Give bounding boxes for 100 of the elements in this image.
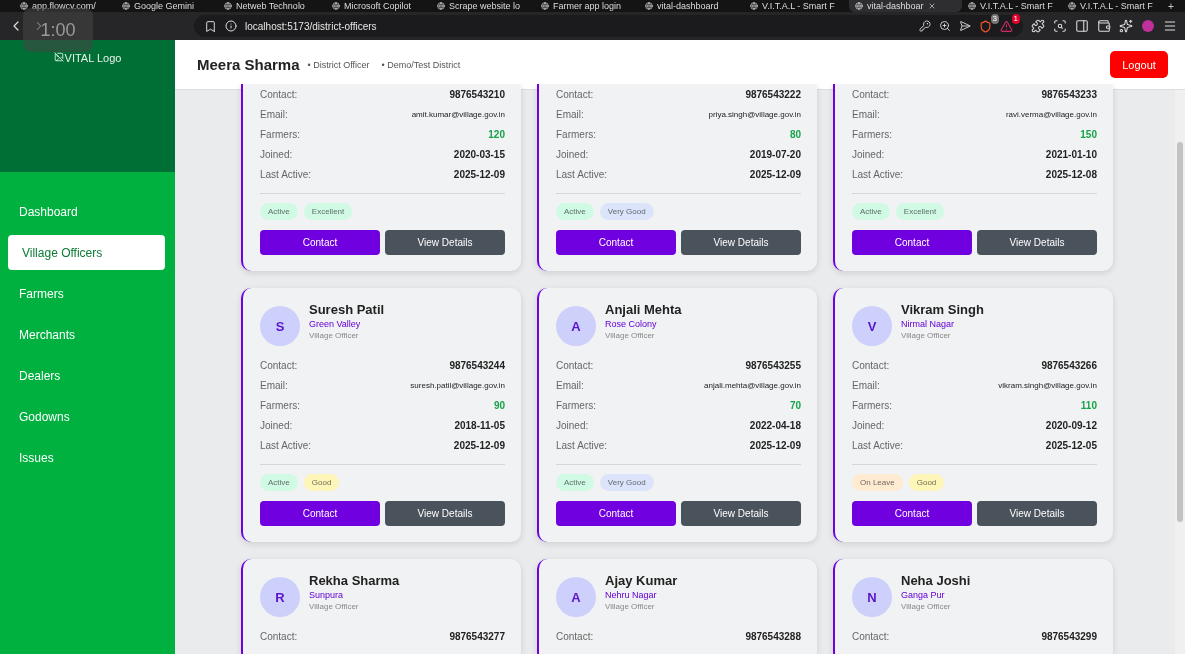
sidebar-icon[interactable]: [1075, 19, 1089, 33]
browser-tab[interactable]: V.I.T.A.L - Smart F: [962, 0, 1062, 12]
sparkles-icon[interactable]: [1119, 19, 1133, 33]
field-label: Contact:: [260, 630, 298, 642]
browser-tab[interactable]: Scrape website lo: [431, 0, 535, 12]
field-label: Joined:: [260, 148, 293, 160]
field-value: 2021-01-10: [1045, 148, 1097, 160]
contact-button[interactable]: Contact: [556, 230, 676, 255]
zoom-icon[interactable]: [939, 20, 951, 32]
shield-icon[interactable]: [979, 19, 992, 33]
browser-tab[interactable]: vital-dashboar: [849, 0, 962, 12]
nav-item[interactable]: Village Officers: [8, 235, 165, 270]
browser-tab[interactable]: Google Gemini: [116, 0, 218, 12]
status-badge: On Leave: [852, 474, 903, 491]
officer-role: Village Officer: [901, 331, 952, 340]
puzzle-icon[interactable]: [1031, 19, 1045, 33]
globe-icon: [645, 2, 653, 10]
globe-icon: [1068, 2, 1076, 10]
browser-tab[interactable]: V.I.T.A.L - Smart F: [744, 0, 849, 12]
contact-button[interactable]: Contact: [852, 230, 972, 255]
field-label: Joined:: [852, 148, 885, 160]
globe-icon: [122, 2, 130, 10]
field-value: 110: [1080, 399, 1097, 411]
field-value: 9876543210: [449, 88, 505, 100]
close-icon[interactable]: [927, 2, 936, 10]
send-icon[interactable]: [959, 20, 971, 32]
avatar: S: [260, 306, 300, 346]
field-label: Last Active:: [852, 439, 904, 451]
logout-button[interactable]: Logout: [1110, 51, 1168, 78]
globe-icon: [224, 2, 232, 10]
field-value: 9876543233: [1041, 88, 1097, 100]
broken-image-icon: [53, 52, 64, 62]
alert-count: 1: [1011, 13, 1020, 24]
contact-button[interactable]: Contact: [852, 501, 972, 526]
field-value: 2025-12-09: [453, 168, 505, 180]
officer-role: Village Officer: [309, 602, 360, 611]
village-name: Green Valley: [309, 319, 362, 329]
globe-icon: [855, 2, 863, 10]
field-label: Last Active:: [852, 168, 904, 180]
contact-button[interactable]: Contact: [260, 230, 380, 255]
field-label: Email:: [260, 108, 288, 120]
field-value: 2025-12-09: [749, 168, 801, 180]
user-name: Meera Sharma: [197, 56, 300, 73]
wallet-icon[interactable]: [1097, 19, 1111, 33]
browser-tab[interactable]: Microsoft Copilot: [326, 0, 431, 12]
browser-tab[interactable]: vital-dashboard: [639, 0, 744, 12]
browser-tab[interactable]: Netweb Technolo: [218, 0, 326, 12]
contact-button[interactable]: Contact: [260, 501, 380, 526]
globe-icon: [750, 2, 758, 10]
field-label: Farmers:: [260, 128, 300, 140]
field-label: Farmers:: [260, 399, 300, 411]
status-badge: Excellent: [303, 203, 353, 220]
menu-icon[interactable]: [1163, 19, 1177, 33]
field-label: Email:: [852, 379, 880, 391]
browser-tab[interactable]: V.I.T.A.L - Smart F: [1062, 0, 1162, 12]
view-details-button[interactable]: View Details: [385, 230, 505, 255]
profile-icon[interactable]: [1141, 19, 1155, 33]
scrollbar[interactable]: [1175, 90, 1185, 654]
field-value: 2025-12-05: [1045, 439, 1097, 451]
officer-name: Anjali Mehta: [605, 302, 682, 317]
district-name: • Demo/Test District: [381, 59, 461, 70]
view-details-button[interactable]: View Details: [977, 501, 1097, 526]
new-tab-button[interactable]: +: [1168, 0, 1174, 12]
field-label: Farmers:: [556, 128, 596, 140]
view-details-button[interactable]: View Details: [681, 501, 801, 526]
field-value: 120: [488, 128, 505, 140]
field-value: 70: [789, 399, 801, 411]
field-value: 9876543255: [745, 359, 801, 371]
field-label: Email:: [852, 108, 880, 120]
view-details-button[interactable]: View Details: [681, 230, 801, 255]
field-label: Joined:: [556, 419, 589, 431]
address-bar[interactable]: localhost:5173/district-officers 3 1: [194, 15, 1023, 37]
field-label: Contact:: [556, 630, 594, 642]
field-value: 150: [1080, 128, 1097, 140]
view-details-button[interactable]: View Details: [977, 230, 1097, 255]
village-name: Nirmal Nagar: [901, 319, 955, 329]
field-value: amit.kumar@village.gov.in: [411, 109, 505, 119]
warning-icon[interactable]: [1000, 19, 1013, 33]
browser-tab[interactable]: Farmer app login: [535, 0, 639, 12]
field-label: Contact:: [852, 359, 890, 371]
field-label: Farmers:: [852, 399, 892, 411]
screen-search-icon[interactable]: [1053, 19, 1067, 33]
field-value: 2022-04-18: [749, 419, 801, 431]
field-value: 2025-12-09: [453, 439, 505, 451]
globe-icon: [20, 2, 28, 10]
view-details-button[interactable]: View Details: [385, 501, 505, 526]
field-value: 9876543244: [449, 359, 505, 371]
field-value: suresh.patil@village.gov.in: [410, 380, 505, 390]
officer-name: Suresh Patil: [309, 302, 385, 317]
field-label: Joined:: [556, 148, 589, 160]
bookmark-icon[interactable]: [204, 19, 217, 33]
key-icon[interactable]: [919, 20, 931, 32]
avatar: N: [852, 577, 892, 617]
field-label: Contact:: [260, 88, 298, 100]
field-label: Joined:: [852, 419, 885, 431]
contact-button[interactable]: Contact: [556, 501, 676, 526]
avatar: A: [556, 577, 596, 617]
info-icon[interactable]: [225, 20, 237, 32]
globe-icon: [541, 2, 549, 10]
field-label: Last Active:: [260, 439, 312, 451]
